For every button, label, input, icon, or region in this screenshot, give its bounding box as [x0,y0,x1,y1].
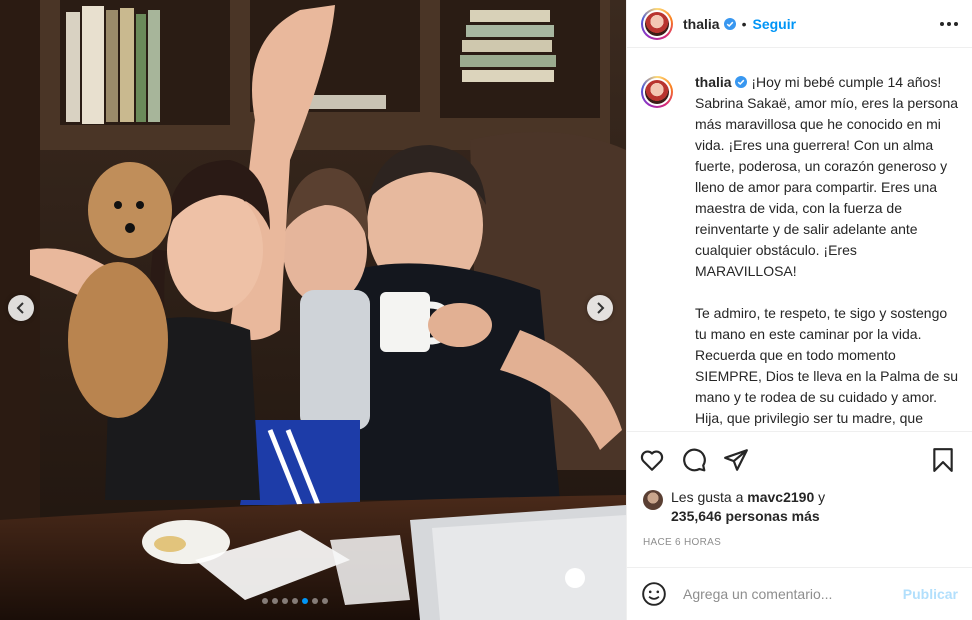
caption-username[interactable]: thalia [695,74,732,90]
carousel-dots [262,598,328,604]
comment-input[interactable] [683,586,903,602]
carousel-dot [322,598,328,604]
carousel-dot [272,598,278,604]
post-photo[interactable] [0,0,626,620]
comment-box: Publicar [627,567,972,620]
post-caption: thalia ¡Hoy mi bebé cumple 14 años! Sabr… [695,72,962,430]
likes-user-link[interactable]: mavc2190 [747,489,814,505]
separator-dot: • [741,15,747,32]
action-bar [627,431,972,487]
chevron-right-icon [597,302,605,314]
follow-button[interactable]: Seguir [752,16,796,32]
likes-summary: Les gusta a mavc2190 y 235,646 personas … [643,488,825,526]
carousel-next-button[interactable] [587,295,613,321]
share-icon[interactable] [723,447,749,473]
photo-scene [0,0,626,620]
author-username[interactable]: thalia [683,16,720,32]
post-timestamp[interactable]: HACE 6 HORAS [643,537,721,548]
carousel-dot [282,598,288,604]
caption-paragraph-1: ¡Hoy mi bebé cumple 14 años! Sabrina Sak… [695,74,959,279]
heart-icon[interactable] [639,447,665,473]
comment-icon[interactable] [681,447,707,473]
carousel-prev-button[interactable] [8,295,34,321]
verified-badge-icon [723,17,736,30]
caption-area: thalia ¡Hoy mi bebé cumple 14 años! Sabr… [641,72,962,430]
caption-author-avatar[interactable] [641,76,673,108]
likes-prefix: Les gusta a [671,489,744,505]
post-side-panel: thalia • Seguir thalia ¡Hoy mi bebé cump… [626,0,972,620]
carousel-dot [262,598,268,604]
author-avatar[interactable] [641,7,673,40]
more-options-icon[interactable] [940,21,958,26]
emoji-icon[interactable] [641,581,667,607]
post-header: thalia • Seguir [627,0,972,48]
likes-count-link[interactable]: 235,646 personas más [671,508,820,524]
publish-button[interactable]: Publicar [903,586,958,602]
verified-badge-icon [735,76,748,88]
carousel-dot [312,598,318,604]
carousel-dot [292,598,298,604]
liker-avatar[interactable] [643,490,663,510]
bookmark-icon[interactable] [930,447,956,473]
carousel-dot [302,598,308,604]
likes-conjunction: y [818,489,826,505]
caption-paragraph-2: Te admiro, te respeto, te sigo y sosteng… [695,305,959,426]
chevron-left-icon [16,302,24,314]
